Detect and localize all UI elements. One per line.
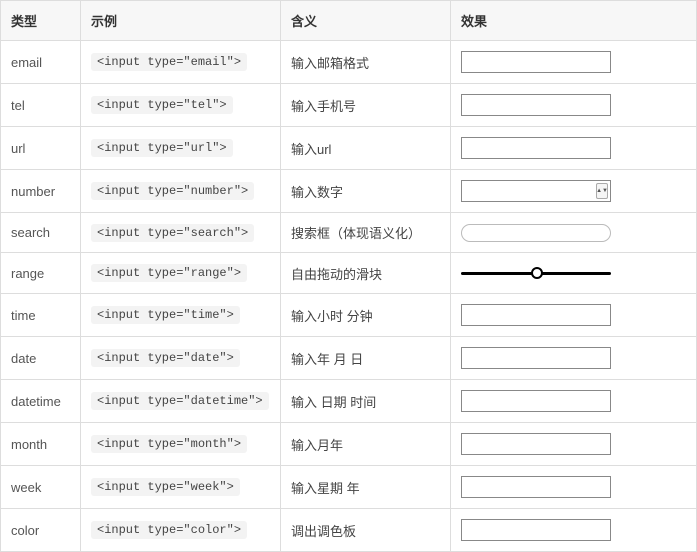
example-cell: <input type="datetime"> xyxy=(81,380,281,423)
code-snippet: <input type="search"> xyxy=(91,224,254,242)
example-cell: <input type="month"> xyxy=(81,423,281,466)
code-snippet: <input type="date"> xyxy=(91,349,240,367)
effect-text-input[interactable] xyxy=(461,137,611,159)
meaning-cell: 输入年 月 日 xyxy=(281,337,451,380)
table-header-row: 类型 示例 含义 效果 xyxy=(1,1,697,41)
code-snippet: <input type="time"> xyxy=(91,306,240,324)
meaning-cell: 输入月年 xyxy=(281,423,451,466)
code-snippet: <input type="month"> xyxy=(91,435,247,453)
type-cell: time xyxy=(1,294,81,337)
example-cell: <input type="week"> xyxy=(81,466,281,509)
type-cell: tel xyxy=(1,84,81,127)
code-snippet: <input type="tel"> xyxy=(91,96,233,114)
meaning-cell: 输入url xyxy=(281,127,451,170)
code-snippet: <input type="email"> xyxy=(91,53,247,71)
type-cell: email xyxy=(1,41,81,84)
effect-cell xyxy=(451,423,697,466)
effect-cell xyxy=(451,509,697,552)
table-row: color <input type="color"> 调出调色板 xyxy=(1,509,697,552)
table-row: datetime <input type="datetime"> 输入 日期 时间 xyxy=(1,380,697,423)
table-row: search <input type="search"> 搜索框（体现语义化） xyxy=(1,213,697,253)
effect-cell xyxy=(451,127,697,170)
type-cell: month xyxy=(1,423,81,466)
effect-text-input[interactable] xyxy=(461,94,611,116)
effect-cell xyxy=(451,337,697,380)
code-snippet: <input type="url"> xyxy=(91,139,233,157)
table-row: time <input type="time"> 输入小时 分钟 xyxy=(1,294,697,337)
table-row: range <input type="range"> 自由拖动的滑块 xyxy=(1,253,697,294)
example-cell: <input type="search"> xyxy=(81,213,281,253)
meaning-cell: 调出调色板 xyxy=(281,509,451,552)
meaning-cell: 输入小时 分钟 xyxy=(281,294,451,337)
type-cell: datetime xyxy=(1,380,81,423)
effect-cell xyxy=(451,213,697,253)
example-cell: <input type="date"> xyxy=(81,337,281,380)
example-cell: <input type="time"> xyxy=(81,294,281,337)
effect-cell xyxy=(451,253,697,294)
effect-cell xyxy=(451,466,697,509)
table-row: url <input type="url"> 输入url xyxy=(1,127,697,170)
table-row: week <input type="week"> 输入星期 年 xyxy=(1,466,697,509)
example-cell: <input type="url"> xyxy=(81,127,281,170)
header-effect: 效果 xyxy=(451,1,697,41)
meaning-cell: 搜索框（体现语义化） xyxy=(281,213,451,253)
table-row: tel <input type="tel"> 输入手机号 xyxy=(1,84,697,127)
meaning-cell: 输入手机号 xyxy=(281,84,451,127)
header-example: 示例 xyxy=(81,1,281,41)
example-cell: <input type="color"> xyxy=(81,509,281,552)
example-cell: <input type="tel"> xyxy=(81,84,281,127)
effect-range-slider[interactable] xyxy=(461,263,611,283)
header-type: 类型 xyxy=(1,1,81,41)
code-snippet: <input type="range"> xyxy=(91,264,247,282)
number-spinner-icon[interactable]: ▲▼ xyxy=(596,183,608,199)
effect-cell xyxy=(451,380,697,423)
type-cell: search xyxy=(1,213,81,253)
table-row: email <input type="email"> 输入邮箱格式 xyxy=(1,41,697,84)
meaning-cell: 输入星期 年 xyxy=(281,466,451,509)
meaning-cell: 输入邮箱格式 xyxy=(281,41,451,84)
effect-cell xyxy=(451,84,697,127)
effect-text-input[interactable] xyxy=(461,304,611,326)
effect-search-input[interactable] xyxy=(461,224,611,242)
code-snippet: <input type="number"> xyxy=(91,182,254,200)
input-types-table: 类型 示例 含义 效果 email <input type="email"> 输入邮… xyxy=(0,0,697,552)
code-snippet: <input type="week"> xyxy=(91,478,240,496)
example-cell: <input type="range"> xyxy=(81,253,281,294)
type-cell: number xyxy=(1,170,81,213)
table-row: date <input type="date"> 输入年 月 日 xyxy=(1,337,697,380)
effect-text-input[interactable] xyxy=(461,390,611,412)
effect-text-input[interactable] xyxy=(461,476,611,498)
code-snippet: <input type="color"> xyxy=(91,521,247,539)
table-row: month <input type="month"> 输入月年 xyxy=(1,423,697,466)
type-cell: range xyxy=(1,253,81,294)
effect-cell: ▲▼ xyxy=(451,170,697,213)
effect-text-input[interactable] xyxy=(461,347,611,369)
example-cell: <input type="number"> xyxy=(81,170,281,213)
effect-text-input[interactable] xyxy=(461,519,611,541)
type-cell: color xyxy=(1,509,81,552)
meaning-cell: 输入数字 xyxy=(281,170,451,213)
type-cell: date xyxy=(1,337,81,380)
effect-cell xyxy=(451,294,697,337)
effect-text-input[interactable] xyxy=(461,433,611,455)
effect-cell xyxy=(451,41,697,84)
meaning-cell: 输入 日期 时间 xyxy=(281,380,451,423)
meaning-cell: 自由拖动的滑块 xyxy=(281,253,451,294)
header-meaning: 含义 xyxy=(281,1,451,41)
type-cell: url xyxy=(1,127,81,170)
table-row: number <input type="number"> 输入数字 ▲▼ xyxy=(1,170,697,213)
effect-text-input[interactable] xyxy=(461,51,611,73)
effect-number-input[interactable]: ▲▼ xyxy=(461,180,611,202)
range-thumb-icon[interactable] xyxy=(531,267,543,279)
example-cell: <input type="email"> xyxy=(81,41,281,84)
code-snippet: <input type="datetime"> xyxy=(91,392,269,410)
type-cell: week xyxy=(1,466,81,509)
